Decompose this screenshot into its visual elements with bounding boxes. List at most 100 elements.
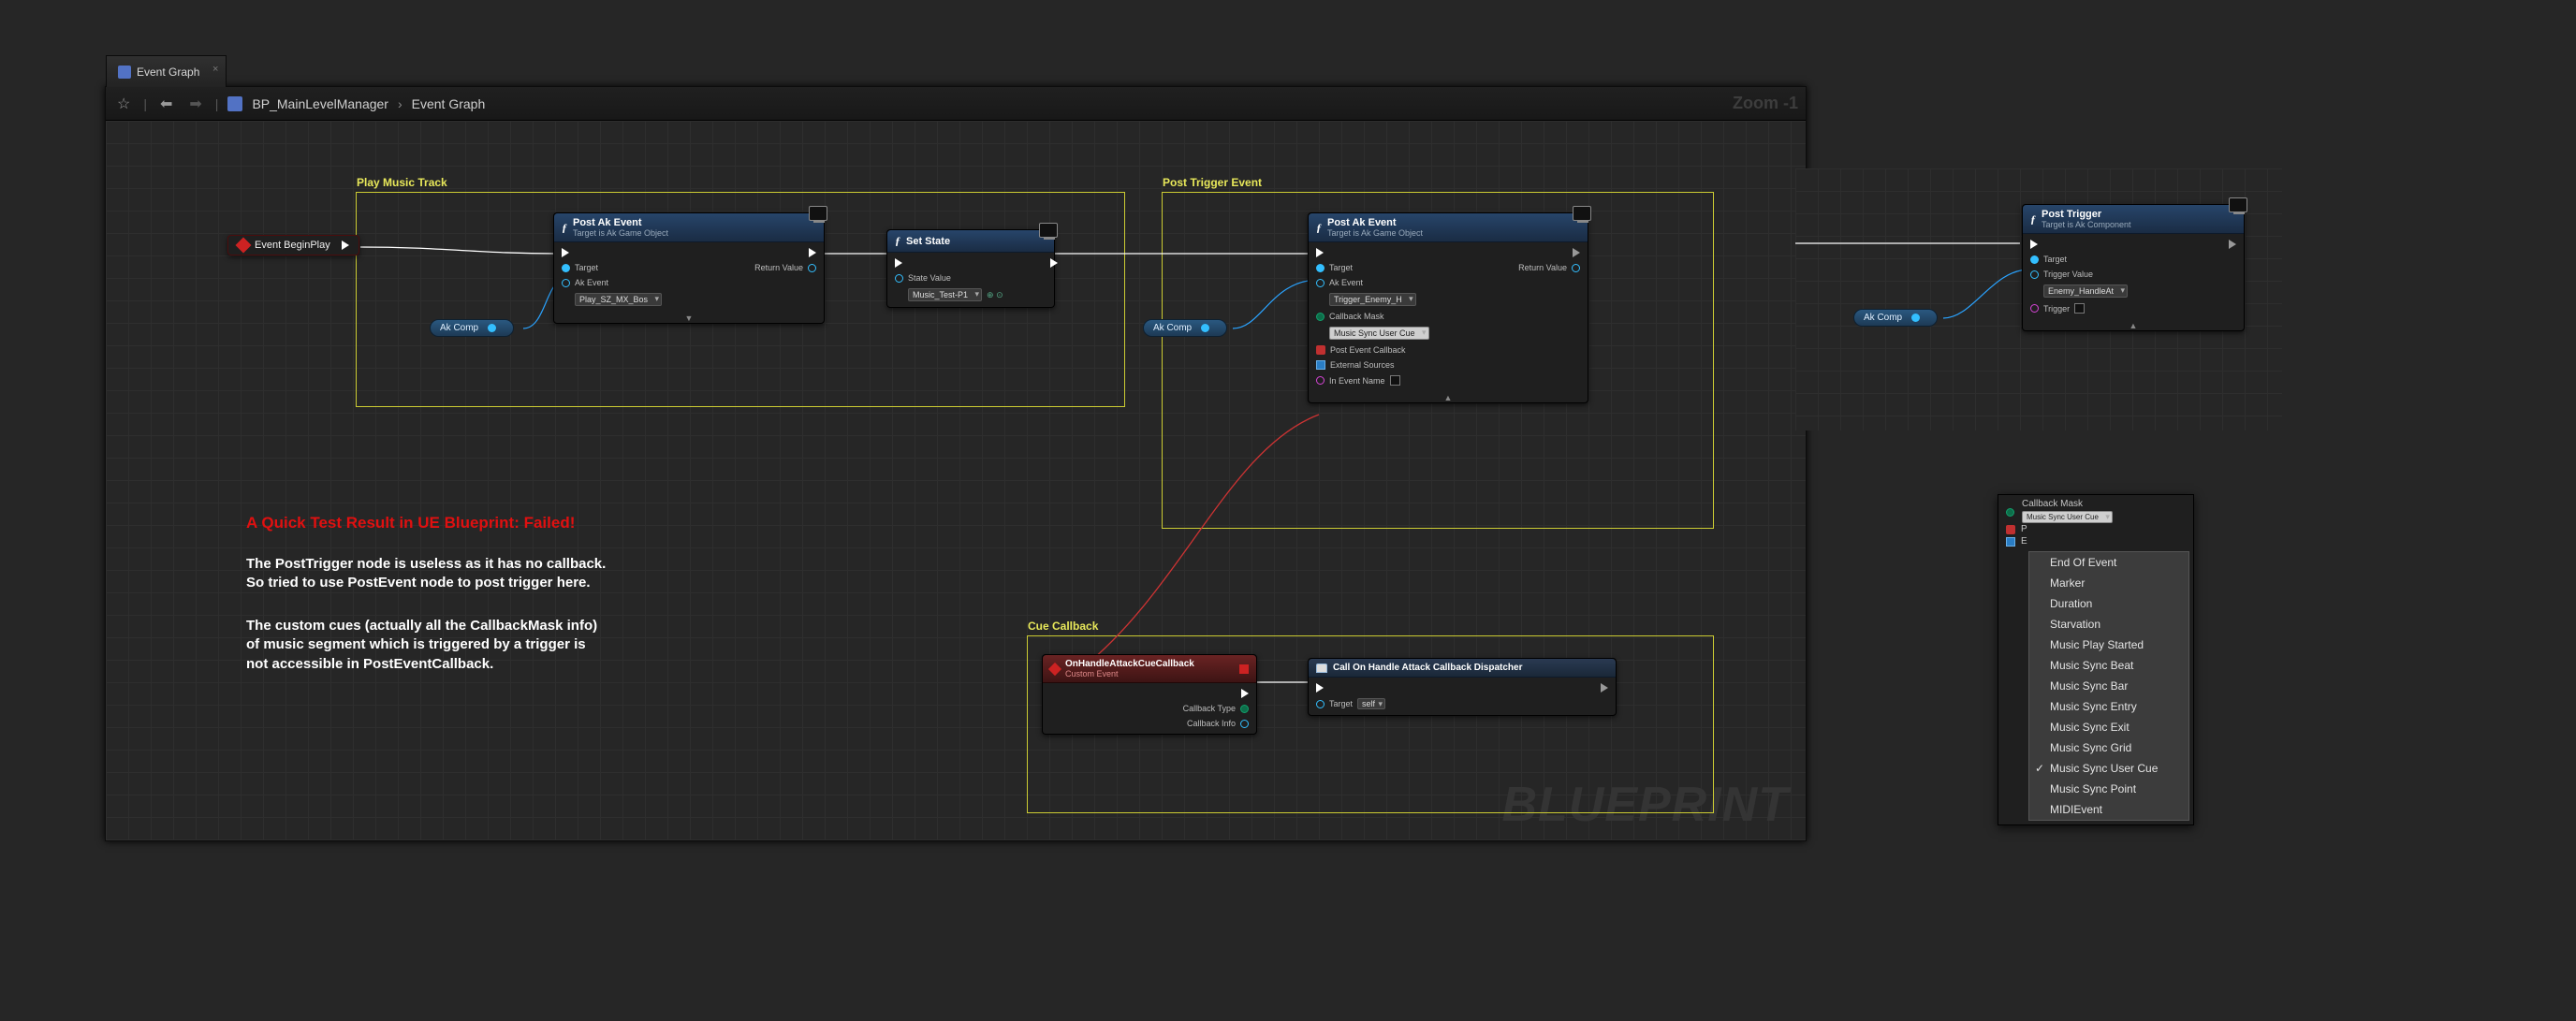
state-value-pin[interactable] [895, 274, 903, 283]
row-label: E [2021, 536, 2027, 547]
exec-output-pin[interactable] [809, 248, 816, 257]
trigger-value-pin[interactable] [2030, 270, 2039, 279]
cbmask-option[interactable]: Music Sync Bar [2029, 676, 2188, 696]
return-pin[interactable] [1572, 264, 1580, 272]
cbmask-option[interactable]: Music Sync Beat [2029, 655, 2188, 676]
chip-label: Ak Comp [440, 323, 478, 333]
exec-output-pin[interactable] [1573, 248, 1580, 257]
cbmask-option[interactable]: Music Play Started [2029, 634, 2188, 655]
node-call-dispatcher[interactable]: Call On Handle Attack Callback Dispatche… [1308, 658, 1617, 716]
breakpoint-icon[interactable] [2229, 197, 2247, 212]
collapse-icon[interactable]: ▲ [2023, 319, 2244, 330]
cbmask-selected-dropdown[interactable]: Music Sync User Cue [2022, 511, 2113, 523]
exec-input-pin[interactable] [562, 248, 569, 257]
node-post-trigger[interactable]: ƒ Post Trigger Target is Ak Component Ta… [2022, 204, 2245, 331]
cbmask-option[interactable]: End Of Event [2029, 552, 2188, 573]
cbinfo-pin[interactable] [1240, 720, 1249, 728]
graph-icon [227, 96, 242, 111]
pin-icon[interactable] [2006, 537, 2015, 547]
akevent-dropdown[interactable]: Play_SZ_MX_Bos [575, 293, 662, 306]
node-title: Call On Handle Attack Callback Dispatche… [1333, 663, 1522, 673]
output-pin[interactable] [1201, 324, 1209, 332]
favorite-icon[interactable]: ☆ [113, 95, 134, 113]
exec-input-pin[interactable] [1316, 683, 1324, 693]
target-pin[interactable] [1316, 700, 1325, 708]
pin-label: Ak Event [1329, 278, 1363, 287]
breakpoint-icon[interactable] [1039, 223, 1058, 238]
trigger-pin[interactable] [2030, 304, 2039, 313]
breakpoint-icon[interactable] [809, 206, 827, 221]
annotation-white-1: The PostTrigger node is useless as it ha… [246, 555, 606, 593]
pin-icon[interactable] [2006, 525, 2015, 534]
graph-canvas[interactable]: BLUEPRINT Play Music Track Post Trigger … [106, 121, 1806, 840]
akevent-pin[interactable] [1316, 279, 1325, 287]
output-pin[interactable] [488, 324, 496, 332]
cbmask-option[interactable]: Music Sync Entry [2029, 696, 2188, 717]
exec-output-pin[interactable] [1050, 258, 1058, 268]
cbmask-option[interactable]: MIDIEvent [2029, 799, 2188, 820]
cbmask-option[interactable]: Music Sync User Cue [2029, 758, 2188, 779]
inevent-checkbox[interactable] [1390, 375, 1400, 386]
target-pin[interactable] [562, 264, 570, 272]
zoom-indicator: Zoom -1 [1733, 94, 1798, 113]
node-set-state[interactable]: ƒ Set State State Value Music_Test-P1⊕ ⊙ [886, 229, 1055, 308]
node-post-ak-event-2[interactable]: ƒ Post Ak Event Target is Ak Game Object… [1308, 212, 1588, 403]
node-subtitle: Target is Ak Component [2042, 220, 2131, 229]
akevent-dropdown[interactable]: Trigger_Enemy_H [1329, 293, 1416, 306]
exec-output-pin[interactable] [1601, 683, 1608, 693]
pin-label: Callback Mask [1329, 312, 1384, 321]
exec-input-pin[interactable] [895, 258, 902, 268]
delegate-output-pin[interactable] [1239, 664, 1249, 674]
exec-output-pin[interactable] [2229, 240, 2236, 249]
akevent-pin[interactable] [562, 279, 570, 287]
variable-ak-comp[interactable]: Ak Comp [1853, 309, 1938, 327]
close-icon[interactable]: × [212, 64, 218, 75]
nav-back-icon[interactable]: ⬅ [156, 95, 176, 113]
state-value-dropdown[interactable]: Music_Test-P1 [908, 288, 982, 301]
cbtype-pin[interactable] [1240, 705, 1249, 713]
cbmask-option[interactable]: Starvation [2029, 614, 2188, 634]
node-custom-event-cuecallback[interactable]: OnHandleAttackCueCallback Custom Event C… [1042, 654, 1257, 735]
inevent-pin[interactable] [1316, 376, 1325, 385]
trigger-value-dropdown[interactable]: Enemy_HandleAt [2043, 284, 2128, 298]
extsrc-pin[interactable] [1316, 360, 1325, 370]
cbmask-option[interactable]: Music Sync Point [2029, 779, 2188, 799]
node-event-beginplay[interactable]: Event BeginPlay [227, 235, 359, 255]
breakpoint-icon[interactable] [1573, 206, 1591, 221]
pin-label: Ak Event [575, 278, 608, 287]
postcb-pin[interactable] [1316, 345, 1325, 355]
node-title: Set State [906, 236, 950, 247]
pin-label: In Event Name [1329, 376, 1385, 386]
event-icon [1048, 662, 1061, 675]
expand-icon[interactable]: ▼ [554, 312, 824, 323]
return-pin[interactable] [808, 264, 816, 272]
collapse-icon[interactable]: ▲ [1309, 391, 1588, 402]
variable-ak-comp[interactable]: Ak Comp [430, 319, 514, 337]
exec-output-pin[interactable] [1241, 689, 1249, 698]
detached-graph-area[interactable]: Ak Comp ƒ Post Trigger Target is Ak Comp… [1795, 168, 2282, 430]
tab-event-graph[interactable]: Event Graph × [106, 55, 227, 87]
nav-forward-icon[interactable]: ➡ [185, 95, 205, 113]
comment-title: Post Trigger Event [1163, 176, 1262, 189]
cbmask-option[interactable]: Music Sync Grid [2029, 737, 2188, 758]
exec-input-pin[interactable] [1316, 248, 1324, 257]
exec-output-pin[interactable] [342, 241, 349, 250]
envelope-icon [1316, 664, 1327, 673]
exec-input-pin[interactable] [2030, 240, 2038, 249]
cbmask-pin[interactable] [1316, 313, 1325, 321]
breadcrumb-parent[interactable]: BP_MainLevelManager [252, 96, 388, 111]
node-post-ak-event-1[interactable]: ƒ Post Ak Event Target is Ak Game Object… [553, 212, 825, 324]
variable-ak-comp[interactable]: Ak Comp [1143, 319, 1227, 337]
function-icon: ƒ [1316, 221, 1322, 235]
trigger-checkbox[interactable] [2074, 303, 2085, 314]
target-pin[interactable] [2030, 255, 2039, 264]
cbmask-option[interactable]: Duration [2029, 593, 2188, 614]
node-title: Event BeginPlay [255, 240, 330, 251]
cbmask-option[interactable]: Marker [2029, 573, 2188, 593]
cbmask-option[interactable]: Music Sync Exit [2029, 717, 2188, 737]
target-self-box[interactable]: self [1357, 698, 1385, 709]
target-pin[interactable] [1316, 264, 1325, 272]
cbmask-pin[interactable] [2006, 508, 2014, 517]
cbmask-dropdown[interactable]: Music Sync User Cue [1329, 327, 1429, 340]
output-pin[interactable] [1911, 314, 1920, 322]
